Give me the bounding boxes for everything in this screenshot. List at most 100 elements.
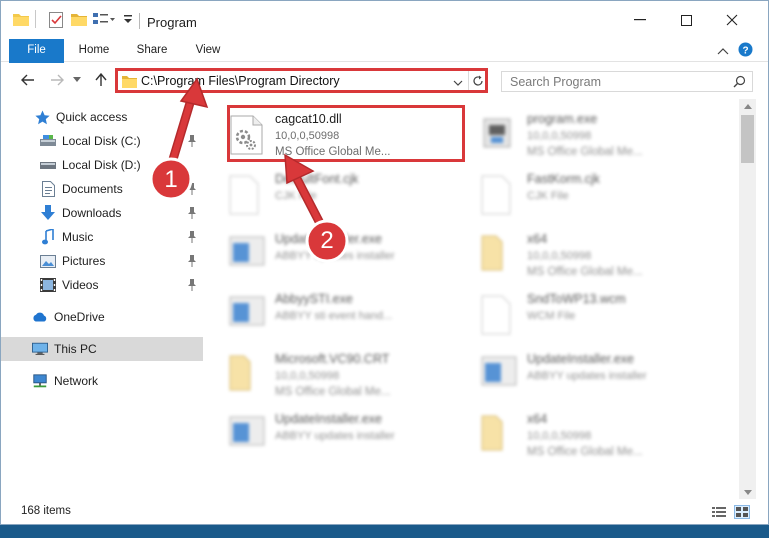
forward-button[interactable]: [47, 71, 67, 89]
ribbon-tabs: File Home Share View ?: [1, 39, 768, 95]
customize-toolbar-icon[interactable]: [123, 13, 133, 28]
pin-icon[interactable]: [187, 231, 197, 246]
exe-icon: [229, 235, 265, 275]
file-name: Microsoft.VC90.CRT: [275, 352, 390, 366]
properties-icon[interactable]: [49, 12, 63, 31]
refresh-icon: [472, 75, 483, 86]
file-item[interactable]: program.exe 10,0,0,50998 MS Office Globa…: [467, 105, 717, 161]
downloads-icon: [40, 205, 56, 221]
scroll-down-icon[interactable]: [739, 485, 756, 499]
help-icon[interactable]: ?: [738, 42, 753, 60]
nav-pictures[interactable]: Pictures: [1, 249, 203, 273]
minimize-button[interactable]: [617, 1, 663, 39]
nav-label: Network: [54, 374, 99, 388]
file-item[interactable]: FastKorm.cjk CJK File: [467, 165, 717, 221]
file-name: program.exe: [527, 112, 598, 126]
pin-icon[interactable]: [187, 255, 197, 270]
exe-icon: [229, 415, 265, 455]
nav-this-pc[interactable]: This PC: [1, 337, 203, 361]
network-icon: [32, 373, 48, 389]
file-detail: WCM File: [527, 310, 576, 322]
maximize-icon: [680, 14, 692, 26]
close-button[interactable]: [709, 1, 755, 39]
nav-label: Local Disk (D:): [62, 158, 141, 172]
search-input[interactable]: Search Program: [501, 71, 753, 92]
file-description: MS Office Global Me...: [275, 386, 391, 398]
tab-home[interactable]: Home: [71, 39, 117, 61]
drive-icon: [40, 157, 56, 173]
nav-label: Documents: [62, 182, 123, 196]
tab-view[interactable]: View: [185, 39, 231, 61]
exe-icon: [229, 295, 265, 335]
search-placeholder: Search Program: [510, 75, 602, 89]
forward-arrow-icon: [51, 74, 64, 86]
file-item[interactable]: UpdateInstaller.exe ABBYY updates instal…: [467, 345, 717, 401]
nav-music[interactable]: Music: [1, 225, 203, 249]
folder-icon: [481, 235, 517, 275]
folder-icon: [229, 355, 265, 395]
file-item[interactable]: x64 10,0,0,50998 MS Office Global Me...: [467, 225, 717, 281]
address-dropdown-icon[interactable]: [453, 76, 463, 90]
step-2-label: 2: [320, 227, 334, 254]
refresh-button[interactable]: [468, 71, 486, 90]
videos-icon: [40, 277, 56, 293]
back-button[interactable]: [18, 71, 38, 89]
tab-share[interactable]: Share: [129, 39, 175, 61]
large-icons-view-icon[interactable]: [734, 505, 750, 519]
nav-label: Quick access: [56, 110, 128, 124]
vertical-scrollbar[interactable]: [739, 99, 756, 499]
step-1-label: 1: [164, 166, 178, 193]
recent-locations-button[interactable]: [71, 71, 83, 89]
pin-icon[interactable]: [187, 279, 197, 294]
expand-ribbon-icon[interactable]: [717, 44, 729, 58]
file-item[interactable]: UpdateInstaller.exe ABBYY updates instal…: [215, 405, 465, 461]
folder-icon: [481, 415, 517, 455]
drive-icon: [40, 133, 56, 149]
search-icon[interactable]: [733, 75, 746, 91]
nav-videos[interactable]: Videos: [1, 273, 203, 297]
generic-file-icon: [481, 295, 517, 335]
folder-icon: [122, 75, 137, 91]
minimize-icon: [634, 19, 646, 21]
computer-icon: [32, 341, 48, 357]
file-item[interactable]: AbbyySTI.exe ABBYY sti event hand...: [215, 285, 465, 341]
file-detail: ABBYY updates installer: [275, 430, 395, 442]
file-detail: 10,0,0,50998: [275, 370, 340, 382]
scrollbar-thumb[interactable]: [741, 115, 754, 163]
file-name: AbbyySTI.exe: [275, 292, 353, 306]
chevron-down-icon: [73, 77, 81, 82]
maximize-button[interactable]: [663, 1, 709, 39]
file-item[interactable]: SndToWP13.wcm WCM File: [467, 285, 717, 341]
file-item[interactable]: x64 10,0,0,50998 MS Office Global Me...: [467, 405, 717, 461]
up-button[interactable]: [91, 71, 111, 89]
back-arrow-icon: [21, 74, 34, 86]
onedrive-icon: [32, 309, 48, 325]
address-row: C:\Program Files\Program Directory Searc…: [1, 63, 768, 97]
scroll-up-icon[interactable]: [739, 99, 756, 113]
view-options-icon[interactable]: [93, 12, 115, 29]
details-view-icon[interactable]: [711, 505, 727, 519]
item-count: 168 items: [21, 505, 71, 517]
title-bar: Program: [1, 1, 768, 39]
close-icon: [726, 14, 738, 26]
toolbar-divider: [35, 10, 36, 28]
folder-icon[interactable]: [13, 12, 29, 29]
nav-onedrive[interactable]: OneDrive: [1, 305, 203, 329]
nav-label: Local Disk (C:): [62, 134, 141, 148]
file-description: MS Office Global Me...: [527, 266, 643, 278]
pictures-icon: [40, 253, 56, 269]
file-item[interactable]: Microsoft.VC90.CRT 10,0,0,50998 MS Offic…: [215, 345, 465, 401]
exe-icon: [481, 355, 517, 395]
file-detail: 10,0,0,50998: [527, 430, 592, 442]
dll-icon: [229, 115, 265, 155]
svg-text:?: ?: [742, 46, 748, 57]
star-icon: [34, 109, 50, 125]
generic-file-icon: [481, 175, 517, 215]
nav-label: Videos: [62, 278, 99, 292]
status-bar: 168 items: [1, 499, 768, 524]
file-name: FastKorm.cjk: [527, 172, 600, 186]
new-folder-icon[interactable]: [71, 12, 87, 29]
nav-label: OneDrive: [54, 310, 105, 324]
nav-label: Music: [62, 230, 94, 244]
nav-network[interactable]: Network: [1, 369, 203, 393]
